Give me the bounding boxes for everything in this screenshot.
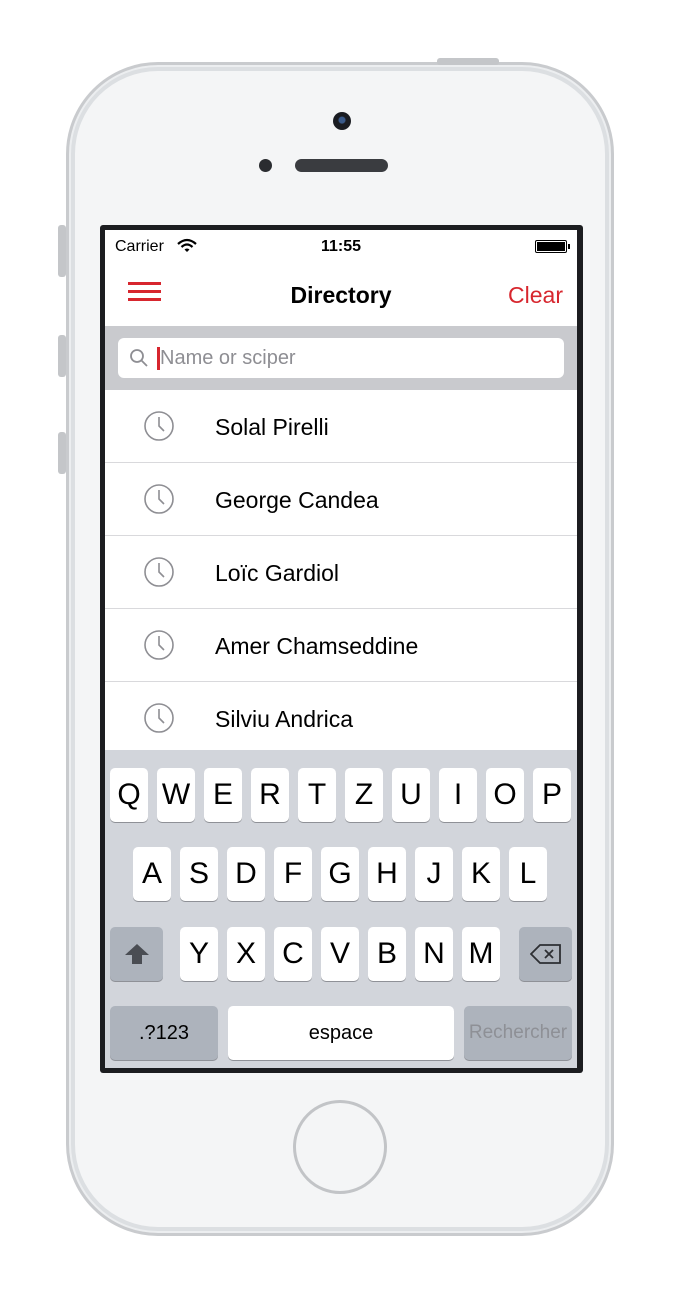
list-item[interactable]: Amer Chamseddine [105, 609, 577, 682]
silent-switch [58, 225, 66, 277]
key-y[interactable]: Y [180, 927, 218, 981]
power-button [437, 58, 499, 65]
key-l[interactable]: L [509, 847, 547, 901]
search-return-key[interactable]: Rechercher [464, 1006, 572, 1060]
key-s[interactable]: S [180, 847, 218, 901]
hamburger-icon[interactable] [128, 282, 161, 304]
key-n[interactable]: N [415, 927, 453, 981]
key-o[interactable]: O [486, 768, 524, 822]
status-bar: Carrier 11:55 [105, 230, 577, 262]
search-icon [130, 349, 148, 367]
key-a[interactable]: A [133, 847, 171, 901]
key-w[interactable]: W [157, 768, 195, 822]
search-input[interactable]: Name or sciper [118, 338, 564, 378]
volume-up-button [58, 335, 66, 377]
space-key[interactable]: espace [228, 1006, 454, 1060]
key-m[interactable]: M [462, 927, 500, 981]
backspace-icon [529, 944, 561, 964]
page-title: Directory [290, 282, 392, 308]
key-c[interactable]: C [274, 927, 312, 981]
list-item[interactable]: Silviu Andrica [105, 682, 577, 755]
key-u[interactable]: U [392, 768, 430, 822]
app-screen: Carrier 11:55 Directory Clear Name or sc… [105, 230, 577, 1068]
person-name: Solal Pirelli [215, 414, 329, 440]
person-name: Silviu Andrica [215, 706, 354, 732]
person-name: Amer Chamseddine [215, 633, 419, 659]
key-j[interactable]: J [415, 847, 453, 901]
key-i[interactable]: I [439, 768, 477, 822]
search-bar: Name or sciper [105, 326, 577, 390]
clock-icon [144, 484, 174, 514]
clock-icon [144, 630, 174, 660]
key-q[interactable]: Q [110, 768, 148, 822]
key-p[interactable]: P [533, 768, 571, 822]
key-t[interactable]: T [298, 768, 336, 822]
key-r[interactable]: R [251, 768, 289, 822]
delete-key[interactable] [519, 927, 572, 981]
key-g[interactable]: G [321, 847, 359, 901]
key-z[interactable]: Z [345, 768, 383, 822]
key-f[interactable]: F [274, 847, 312, 901]
person-name: Loïc Gardiol [215, 560, 340, 586]
volume-down-button [58, 432, 66, 474]
numbers-key[interactable]: .?123 [110, 1006, 218, 1060]
key-h[interactable]: H [368, 847, 406, 901]
key-v[interactable]: V [321, 927, 359, 981]
shift-arrow-icon [124, 944, 149, 964]
clear-button[interactable]: Clear [508, 282, 563, 309]
clock-icon [144, 411, 174, 441]
earpiece-speaker [295, 159, 388, 172]
battery-icon [535, 240, 570, 253]
recent-searches-list: Solal Pirelli George Candea Loïc Gardiol… [105, 390, 577, 755]
list-item[interactable]: Solal Pirelli [105, 390, 577, 463]
key-k[interactable]: K [462, 847, 500, 901]
clock-icon [144, 703, 174, 733]
key-e[interactable]: E [204, 768, 242, 822]
proximity-sensor [259, 159, 272, 172]
key-x[interactable]: X [227, 927, 265, 981]
key-d[interactable]: D [227, 847, 265, 901]
front-camera [333, 112, 351, 130]
clock-icon [144, 557, 174, 587]
shift-key[interactable] [110, 927, 163, 981]
list-item[interactable]: George Candea [105, 463, 577, 536]
search-placeholder: Name or sciper [160, 347, 296, 369]
home-button[interactable] [293, 1100, 387, 1194]
list-item[interactable]: Loïc Gardiol [105, 536, 577, 609]
status-time: 11:55 [320, 238, 362, 255]
person-name: George Candea [215, 487, 379, 513]
keyboard: Q W E R T Z U I O P A S D F G H J K L Y … [105, 750, 577, 1068]
navigation-bar: Directory Clear [105, 262, 577, 326]
key-b[interactable]: B [368, 927, 406, 981]
